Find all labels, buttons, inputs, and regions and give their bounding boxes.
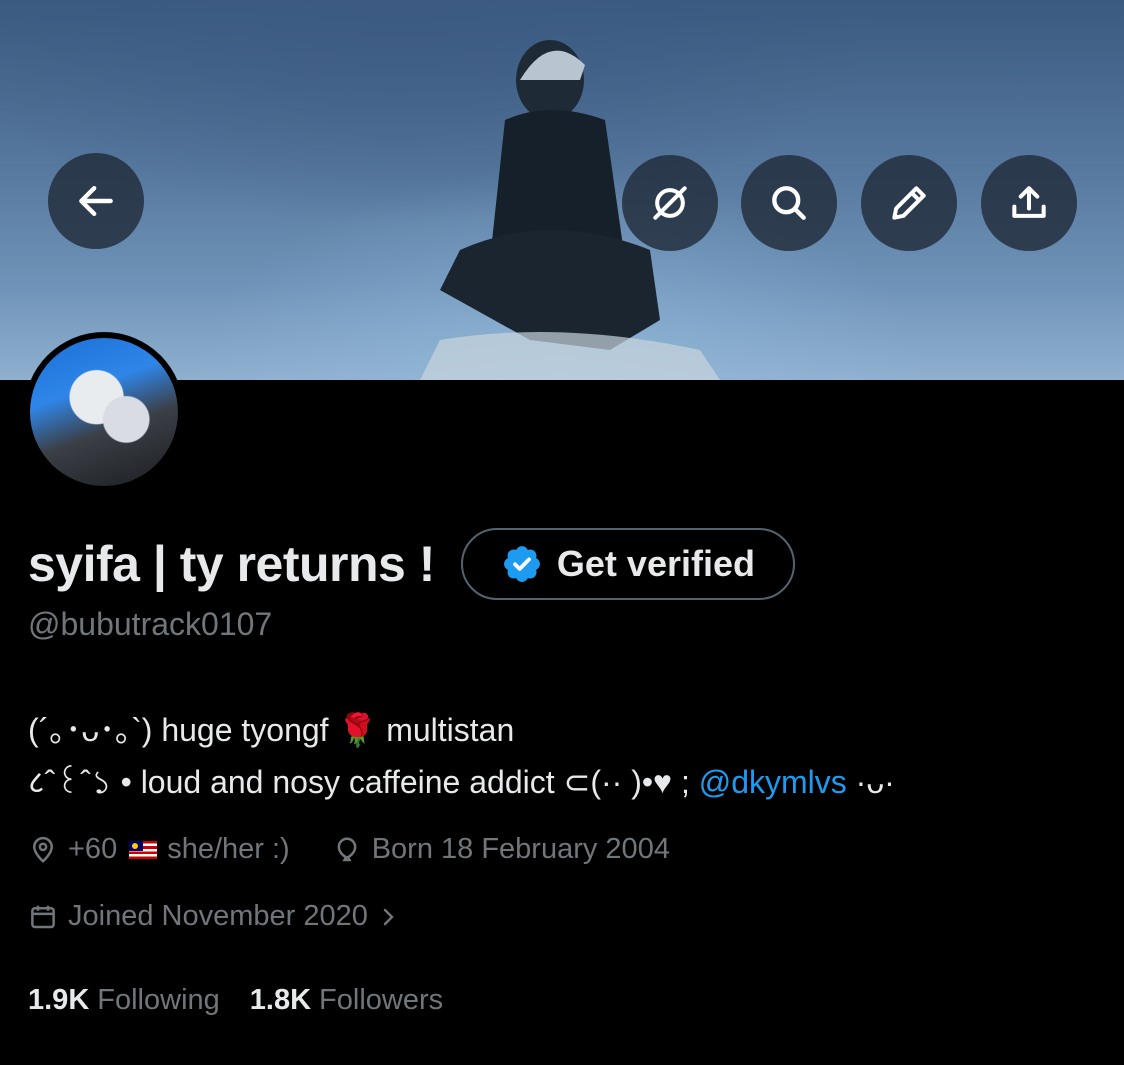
edit-button[interactable] <box>861 155 957 251</box>
chevron-right-icon <box>383 908 394 925</box>
get-verified-label: Get verified <box>556 543 755 584</box>
follow-stats: 1.9K Following 1.8K Followers <box>28 984 473 1017</box>
bio-line-2-tail: ·ᴗ· <box>846 764 895 800</box>
search-button[interactable] <box>741 155 837 251</box>
balloon-icon <box>337 836 357 861</box>
following-count: 1.9K <box>28 984 90 1016</box>
display-name: syifa | ty returns ! <box>28 536 435 592</box>
avatar[interactable] <box>24 332 184 492</box>
followers-count: 1.8K <box>249 984 312 1016</box>
share-upload-icon <box>1012 186 1046 218</box>
location-prefix: +60 <box>68 833 118 865</box>
following-label: Following <box>97 984 220 1016</box>
verified-badge-icon <box>503 546 540 582</box>
back-button[interactable] <box>48 153 144 249</box>
grok-icon <box>653 186 687 220</box>
grok-button[interactable] <box>622 155 718 251</box>
bio-line-2-text: ८ˆ꒰ˆ১ • loud and nosy caffeine addict ⊂(… <box>28 764 699 800</box>
following-link[interactable]: 1.9K Following <box>28 984 220 1017</box>
bio-mention-link[interactable]: @dkymlvs <box>699 764 847 800</box>
joined-row[interactable]: Joined November 2020 <box>28 900 410 933</box>
followers-label: Followers <box>319 984 444 1016</box>
bio-line-1: (´｡･ᴗ･｡`) huge tyongf 🌹 multistan <box>28 712 515 748</box>
profile-handle: @bubutrack0107 <box>28 606 273 642</box>
joined-text: Joined November 2020 <box>68 900 368 932</box>
edit-pencil-icon <box>892 186 926 220</box>
location-suffix: she/her :) <box>167 833 290 865</box>
profile-bio: (´｡･ᴗ･｡`) huge tyongf 🌹 multistan ८ˆ꒰ˆ১ … <box>28 704 895 808</box>
malaysia-flag-icon <box>129 840 158 859</box>
avatar-image <box>30 338 178 486</box>
followers-link[interactable]: 1.8K Followers <box>250 984 443 1017</box>
calendar-icon <box>31 905 55 928</box>
search-icon <box>772 186 806 220</box>
location-pin-icon <box>32 836 54 863</box>
profile-banner[interactable] <box>0 0 1124 380</box>
arrow-left-icon <box>79 185 113 217</box>
profile-page: syifa | ty returns ! Get verified @bubut… <box>0 0 1124 1065</box>
get-verified-button[interactable]: Get verified <box>460 528 795 600</box>
bio-line-2: ८ˆ꒰ˆ১ • loud and nosy caffeine addict ⊂(… <box>28 756 895 808</box>
share-button[interactable] <box>981 155 1077 251</box>
profile-meta-row: +60 she/her :) Born 18 February 2004 <box>28 833 670 866</box>
name-row: syifa | ty returns ! Get verified <box>28 528 795 600</box>
birthday-text: Born 18 February 2004 <box>371 833 670 865</box>
